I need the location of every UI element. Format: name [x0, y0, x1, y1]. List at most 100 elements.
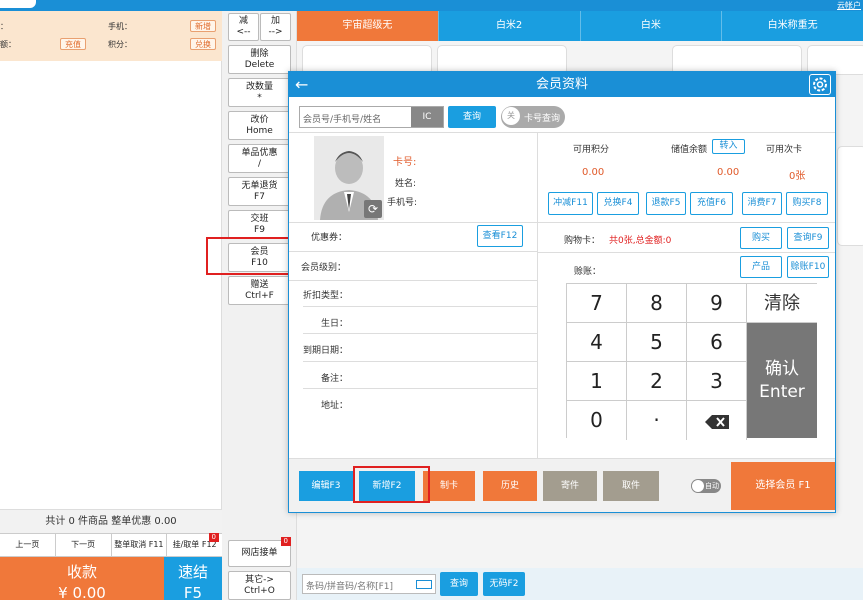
function-column: 减 <-- 加 --> 删除 Delete 改数量 * 改价 Home 单品优惠 / 无单退… — [222, 11, 297, 600]
purchase-f8-button[interactable]: 购买F8 — [786, 192, 828, 215]
shift-handover-button[interactable]: 交班 F9 — [228, 210, 291, 239]
refund-f5-button[interactable]: 退款F5 — [646, 192, 686, 215]
key-5[interactable]: 5 — [627, 323, 687, 362]
gift-button[interactable]: 赠送 Ctrl+F — [228, 276, 291, 305]
coupon-label: 优惠券： — [311, 233, 348, 243]
cloud-account-link[interactable]: 云帐户 — [837, 0, 861, 11]
backspace-key[interactable] — [687, 401, 747, 440]
key-3[interactable]: 3 — [687, 362, 747, 401]
product-card[interactable] — [837, 146, 863, 246]
delete-button[interactable]: 删除 Delete — [228, 45, 291, 74]
member-phone-label: 手机： — [108, 22, 132, 31]
barcode-placeholder: 条码/拼音码/名称[F1] — [306, 582, 393, 592]
clear-key[interactable]: 清除 — [747, 284, 817, 323]
member-exchange-button[interactable]: 兑换 — [190, 38, 216, 50]
ic-card-button[interactable]: IC — [411, 107, 443, 127]
confirm-enter-key[interactable]: 确认 Enter — [747, 323, 817, 438]
delete-key: Delete — [244, 59, 275, 70]
query-f9-button[interactable]: 查询F9 — [787, 227, 829, 249]
transfer-in-button[interactable]: 转入 — [712, 139, 745, 154]
member-avatar: ⟳ — [314, 136, 384, 220]
member-search-input[interactable]: 会员号/手机号/姓名 IC — [299, 106, 444, 128]
product-button[interactable]: 产品 — [740, 256, 782, 278]
member-new-button[interactable]: 新增 — [190, 20, 216, 32]
send-parcel-button[interactable]: 寄件 — [543, 471, 597, 501]
keyboard-icon[interactable] — [416, 580, 432, 589]
tab-category-4[interactable]: 白米称重无 — [722, 11, 863, 41]
card-number-label: 卡号: — [393, 157, 417, 168]
recharge-f6-button[interactable]: 充值F6 — [690, 192, 733, 215]
barcode-search-input[interactable]: 条码/拼音码/名称[F1] — [302, 574, 436, 594]
tab-category-1[interactable]: 宇宙超级无 — [297, 11, 439, 41]
key-8[interactable]: 8 — [627, 284, 687, 323]
key-9[interactable]: 9 — [687, 284, 747, 323]
address-label: 地址： — [321, 401, 349, 411]
expire-date-label: 到期日期： — [303, 346, 349, 356]
auto-toggle[interactable]: 自动 — [691, 479, 721, 493]
refresh-icon[interactable]: ⟳ — [364, 200, 382, 218]
new-member-highlight — [353, 466, 430, 503]
key-4[interactable]: 4 — [567, 323, 627, 362]
history-button[interactable]: 历史 — [483, 471, 537, 501]
tab-category-3[interactable]: 白米 — [581, 11, 723, 41]
no-barcode-button[interactable]: 无码F2 — [483, 572, 525, 596]
edit-f3-button[interactable]: 编辑F3 — [299, 471, 353, 501]
exchange-f4-button[interactable]: 兑换F4 — [597, 192, 639, 215]
select-member-button[interactable]: 选择会员 F1 — [731, 462, 835, 510]
pickup-parcel-button[interactable]: 取件 — [603, 471, 659, 501]
remark-label: 备注： — [321, 374, 349, 384]
dialog-header: ← 会员资料 — [289, 72, 835, 97]
key-1[interactable]: 1 — [567, 362, 627, 401]
member-search-placeholder: 会员号/手机号/姓名 — [303, 115, 382, 125]
quick-settle-key: F5 — [183, 584, 203, 600]
available-times-label: 可用次卡 — [766, 145, 803, 155]
collect-payment-button[interactable]: 收款 ¥ 0.00 — [0, 557, 164, 600]
buy-card-button[interactable]: 购买 — [740, 227, 782, 249]
app-logo — [0, 0, 36, 8]
member-phone-field-label: 手机号: — [387, 198, 418, 208]
member-info-dialog: ← 会员资料 会员号/手机号/姓名 IC 查询 关 卡号查询 ⟳ 卡号: 姓名:… — [288, 71, 836, 513]
view-coupon-button[interactable]: 查看F12 — [477, 225, 523, 247]
change-quantity-button[interactable]: 改数量 * — [228, 78, 291, 107]
tab-category-2[interactable]: 白米2 — [439, 11, 581, 41]
return-without-receipt-button[interactable]: 无单退货 F7 — [228, 177, 291, 206]
bottom-search-bar: 条码/拼音码/名称[F1] 查询 无码F2 — [297, 568, 863, 600]
cancel-order-button[interactable]: 整单取消 F11 — [112, 534, 168, 556]
order-panel: ： 额： 手机： 积分： 新增 充值 兑换 共计 0 件商品 整单优惠 0.00… — [0, 11, 222, 600]
key-6[interactable]: 6 — [687, 323, 747, 362]
make-card-button[interactable]: 制卡 — [423, 471, 475, 501]
item-discount-button[interactable]: 单品优惠 / — [228, 144, 291, 173]
change-price-button[interactable]: 改价 Home — [228, 111, 291, 140]
change-price-label: 改价 — [250, 114, 269, 125]
member-row1-label: ： — [0, 22, 8, 31]
member-points-label: 积分： — [108, 40, 132, 49]
increase-button[interactable]: 加 --> — [260, 13, 291, 41]
prev-page-label: 上一页 — [15, 540, 40, 549]
order-summary: 共计 0 件商品 整单优惠 0.00 — [0, 509, 222, 533]
credit-f10-button[interactable]: 赊账F10 — [787, 256, 829, 278]
next-page-label: 下一页 — [71, 540, 96, 549]
offset-f11-button[interactable]: 冲减F11 — [548, 192, 593, 215]
key-7[interactable]: 7 — [567, 284, 627, 323]
cancel-order-label: 整单取消 F11 — [114, 540, 164, 549]
prev-page-button[interactable]: 上一页 — [0, 534, 56, 556]
product-search-button[interactable]: 查询 — [440, 572, 478, 596]
quick-settle-button[interactable]: 速结 F5 — [164, 557, 222, 600]
member-recharge-button[interactable]: 充值 — [60, 38, 86, 50]
consume-f7-button[interactable]: 消费F7 — [742, 192, 782, 215]
card-query-label: 卡号查询 — [524, 114, 561, 124]
online-orders-button[interactable]: 网店接单 0 — [228, 537, 291, 567]
decrease-button[interactable]: 减 <-- — [228, 13, 259, 41]
member-query-button[interactable]: 查询 — [448, 106, 496, 128]
number-keypad: 7 8 9 4 5 6 1 2 3 0 · 清除 确认 Enter — [566, 283, 817, 440]
key-2[interactable]: 2 — [627, 362, 687, 401]
other-functions-button[interactable]: 其它-> Ctrl+O — [228, 571, 291, 600]
balance-value: 0.00 — [717, 167, 740, 178]
next-page-button[interactable]: 下一页 — [56, 534, 112, 556]
card-query-toggle[interactable]: 关 卡号查询 — [501, 106, 565, 128]
key-dot[interactable]: · — [627, 401, 687, 440]
gear-icon[interactable] — [809, 74, 831, 95]
key-0[interactable]: 0 — [567, 401, 627, 440]
hold-order-button[interactable]: 挂/取单 F12 0 — [167, 533, 222, 556]
delete-label: 删除 — [250, 48, 269, 59]
